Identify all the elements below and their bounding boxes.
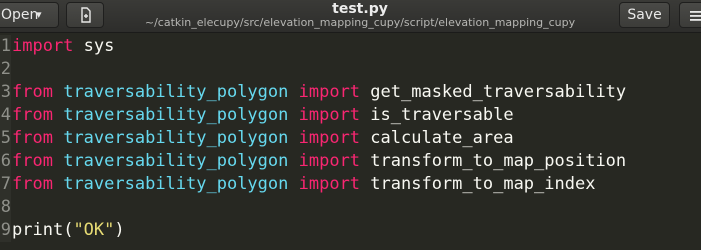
code-line: 6 from traversability_polygon import tran… [0,150,701,173]
header-bar: Open ▾ test.py ~/catkin_elecupy/src/elev… [0,0,701,33]
hamburger-menu-icon [690,11,701,21]
code-text: print("OK") [12,219,125,242]
line-number: 7 [0,173,11,196]
code-token: ) [114,220,125,240]
code-text: from traversability_polygon import is_tr… [12,104,514,127]
code-editor[interactable]: 1 import sys 2 3 from traversability_polygon… [0,33,701,250]
code-token: from [12,151,53,171]
code-line: 5 from traversability_polygon import calc… [0,127,701,150]
line-number: 4 [0,104,11,127]
code-text: from traversability_polygon import calcu… [12,127,514,150]
code-token: calculate_area [360,128,514,148]
line-number: 5 [0,127,11,150]
code-text: from traversability_polygon import get_m… [12,81,626,104]
code-token: "OK" [73,220,115,240]
code-token: from [12,105,53,125]
code-token: from [12,174,53,194]
code-token: traversability_polygon [63,128,289,148]
code-token: import [298,128,361,148]
code-line: 1 import sys [0,35,701,58]
line-number: 9 [0,219,11,242]
code-line: 3 from traversability_polygon import get_… [0,81,701,104]
code-token: get_masked_traversability [360,82,627,102]
code-line: 4 from traversability_polygon import is_t… [0,104,701,127]
code-token: transform_to_map_index [360,174,596,194]
hamburger-menu-button[interactable] [679,2,701,28]
code-token: traversability_polygon [63,174,289,194]
code-text: from traversability_polygon import trans… [12,150,626,173]
code-token: traversability_polygon [63,82,289,102]
code-token: import [298,105,361,125]
code-token: traversability_polygon [63,105,289,125]
save-button[interactable]: Save [619,2,670,28]
code-token: from [12,82,53,102]
code-token: from [12,128,53,148]
new-document-button[interactable] [66,2,104,28]
code-text: from traversability_polygon import trans… [12,173,595,196]
line-number: 6 [0,150,11,173]
code-text: import sys [12,35,114,58]
code-token: traversability_polygon [63,151,289,171]
document-path: ~/catkin_elecupy/src/elevation_mapping_c… [144,16,576,29]
code-token: sys [73,36,115,56]
code-token: import [298,151,361,171]
new-document-icon [81,7,91,23]
code-line: 9 print("OK") [0,219,701,242]
code-token: print [12,220,64,240]
open-button[interactable]: Open ▾ [0,2,59,28]
code-line: 8 [0,196,701,219]
code-line: 7 from traversability_polygon import tran… [0,173,701,196]
code-token: import [298,82,361,102]
line-number: 2 [0,58,11,81]
code-token: import [298,174,361,194]
code-token: is_traversable [360,105,514,125]
code-token: import [12,36,74,56]
line-number: 8 [0,196,11,219]
chevron-down-icon: ▾ [36,8,42,21]
code-line: 2 [0,58,701,81]
line-number: 3 [0,81,11,104]
open-button-label: Open [1,7,39,23]
line-number: 1 [0,35,11,58]
code-token: ( [63,220,74,240]
code-token: transform_to_map_position [360,151,627,171]
